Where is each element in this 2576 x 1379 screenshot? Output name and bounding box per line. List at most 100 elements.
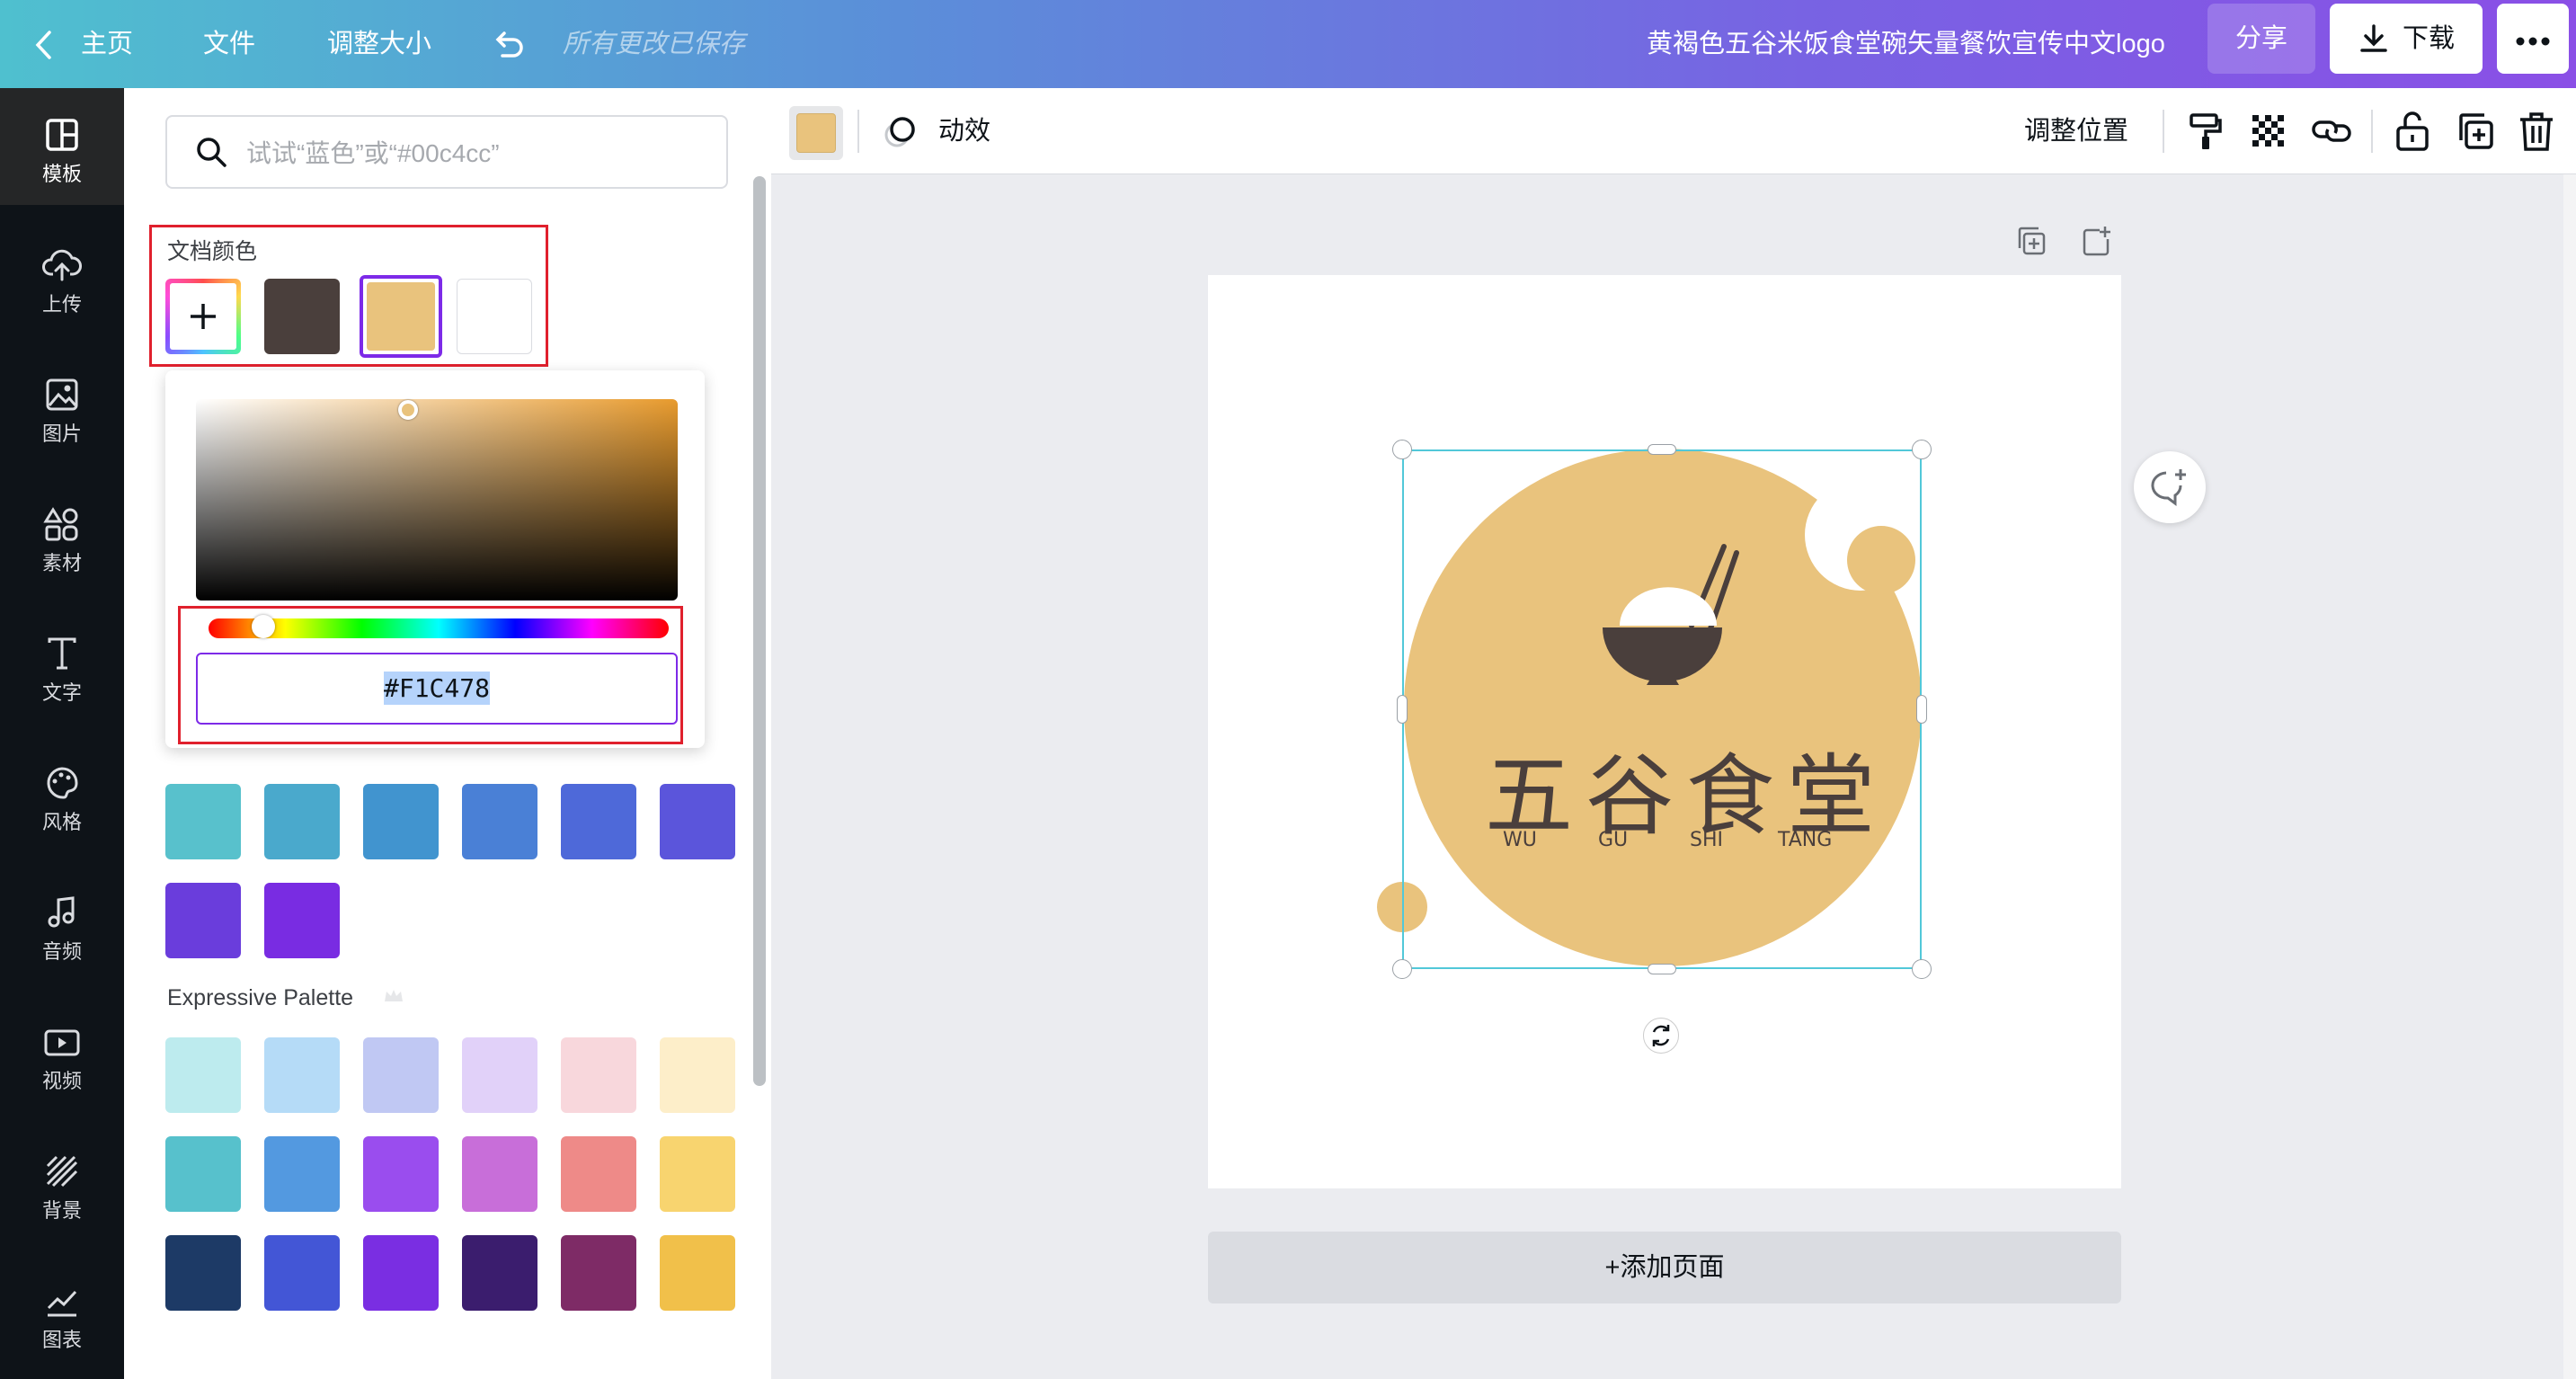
rail-item-elements[interactable]: 素材 — [0, 477, 124, 594]
resize-handle-top-left[interactable] — [1392, 440, 1412, 459]
palette-swatch[interactable] — [165, 1136, 241, 1212]
palette-swatch[interactable] — [561, 784, 636, 859]
document-title[interactable]: 黄褐色五谷米饭食堂碗矢量餐饮宣传中文logo — [1647, 0, 2165, 88]
palette-swatch[interactable] — [165, 1235, 241, 1311]
canvas-scrollbar[interactable] — [2563, 174, 2576, 1379]
palette-swatch[interactable] — [462, 1136, 537, 1212]
palette-swatch[interactable] — [165, 1037, 241, 1113]
duplicate-icon[interactable] — [2454, 110, 2497, 153]
expressive-palette-label: Expressive Palette — [167, 985, 354, 1010]
rotate-handle[interactable] — [1643, 1018, 1679, 1054]
saturation-handle[interactable] — [398, 400, 418, 420]
unlock-icon[interactable] — [2391, 110, 2434, 153]
background-icon — [46, 1155, 78, 1188]
color-search-input[interactable]: 试试“蓝色”或“#00c4cc” — [165, 115, 728, 189]
palette-icon — [47, 767, 78, 799]
palette-swatch[interactable] — [561, 1136, 636, 1212]
palette-swatch[interactable] — [363, 1235, 439, 1311]
image-icon — [46, 378, 78, 411]
palette-swatch[interactable] — [462, 1235, 537, 1311]
resize-handle-bottom[interactable] — [1648, 964, 1676, 974]
resize-handle-bottom-left[interactable] — [1392, 959, 1412, 979]
rotate-icon — [1652, 1025, 1670, 1046]
duplicate-page-icon[interactable] — [2015, 225, 2047, 257]
palette-swatch[interactable] — [264, 1136, 340, 1212]
palette-swatch[interactable] — [363, 1037, 439, 1113]
palette-swatch[interactable] — [264, 1235, 340, 1311]
rail-label: 图表 — [41, 1329, 82, 1351]
trash-icon[interactable] — [2515, 110, 2558, 153]
add-comment-button[interactable] — [2134, 451, 2206, 523]
rail-item-images[interactable]: 图片 — [0, 348, 124, 465]
palette-swatch[interactable] — [660, 1136, 735, 1212]
animate-button[interactable]: 动效 — [938, 88, 990, 174]
palette-swatch[interactable] — [264, 883, 340, 958]
rail-label: 视频 — [41, 1070, 82, 1092]
palette-swatch[interactable] — [165, 883, 241, 958]
palette-swatch[interactable] — [363, 784, 439, 859]
rail-item-audio[interactable]: 音频 — [0, 866, 124, 983]
more-icon — [2516, 37, 2550, 46]
transparency-icon[interactable] — [2247, 110, 2290, 153]
editor-toolbar: 动效 调整位置 — [771, 88, 2576, 174]
download-icon — [2360, 24, 2387, 52]
palette-swatch[interactable] — [264, 1037, 340, 1113]
video-icon — [44, 1029, 80, 1056]
palette-swatch[interactable] — [363, 1136, 439, 1212]
download-button[interactable]: 下载 — [2330, 4, 2483, 74]
rail-item-styles[interactable]: 风格 — [0, 736, 124, 853]
palette-swatch[interactable] — [264, 784, 340, 859]
panel-scrollbar[interactable] — [753, 176, 766, 1086]
palette-swatch[interactable] — [462, 784, 537, 859]
file-menu[interactable]: 文件 — [203, 0, 255, 88]
saturation-value-area[interactable] — [196, 399, 678, 601]
back-button[interactable] — [34, 0, 54, 88]
more-button[interactable] — [2497, 4, 2569, 74]
animate-icon[interactable] — [879, 110, 922, 153]
add-page-icon[interactable] — [2080, 225, 2112, 257]
comment-add-icon — [2151, 469, 2186, 506]
crown-icon — [385, 990, 403, 1001]
share-button[interactable]: 分享 — [2207, 4, 2315, 74]
save-status: 所有更改已保存 — [563, 30, 746, 58]
text-color-button[interactable] — [789, 106, 843, 160]
text-icon — [48, 637, 76, 670]
color-panel: 试试“蓝色”或“#00c4cc” 文档颜色 Expressive Palette… — [124, 88, 771, 1379]
chevron-left-icon — [35, 31, 51, 60]
resize-menu[interactable]: 调整大小 — [327, 0, 431, 88]
link-icon[interactable] — [2310, 110, 2353, 153]
undo-button[interactable] — [490, 0, 526, 88]
rail-item-text[interactable]: 文字 — [0, 607, 124, 724]
rail-item-upload[interactable]: 上传 — [0, 218, 124, 335]
rail-item-background[interactable]: 背景 — [0, 1125, 124, 1241]
rail-item-templates[interactable]: 模板 — [0, 88, 124, 205]
rail-label: 音频 — [41, 940, 82, 963]
rail-label: 上传 — [41, 293, 82, 316]
palette-swatch[interactable] — [660, 1037, 735, 1113]
divider — [857, 110, 859, 153]
resize-handle-left[interactable] — [1397, 695, 1408, 724]
rail-item-charts[interactable]: 图表 — [0, 1254, 124, 1371]
rail-item-video[interactable]: 视频 — [0, 995, 124, 1112]
rail-label: 模板 — [41, 163, 82, 185]
palette-swatch[interactable] — [561, 1235, 636, 1311]
resize-handle-top-right[interactable] — [1912, 440, 1932, 459]
palette-swatch[interactable] — [165, 784, 241, 859]
palette-swatch[interactable] — [660, 1235, 735, 1311]
undo-icon — [495, 31, 523, 58]
resize-handle-top[interactable] — [1648, 444, 1676, 455]
palette-swatch[interactable] — [462, 1037, 537, 1113]
paint-roller-icon[interactable] — [2184, 110, 2227, 153]
resize-handle-right[interactable] — [1916, 695, 1927, 724]
left-rail: 模板 上传 图片 素材 文字 风格 音频 视频 背景 图表 — [0, 88, 124, 1379]
palette-swatch[interactable] — [660, 784, 735, 859]
add-page-button[interactable]: +添加页面 — [1208, 1232, 2121, 1303]
home-link[interactable]: 主页 — [81, 0, 133, 88]
highlight-box-hex — [178, 606, 683, 744]
palette-swatch[interactable] — [561, 1037, 636, 1113]
position-button[interactable]: 调整位置 — [2024, 88, 2128, 174]
resize-handle-bottom-right[interactable] — [1912, 959, 1932, 979]
music-icon — [48, 896, 75, 928]
chart-icon — [47, 1290, 77, 1317]
rail-label: 背景 — [41, 1199, 82, 1222]
